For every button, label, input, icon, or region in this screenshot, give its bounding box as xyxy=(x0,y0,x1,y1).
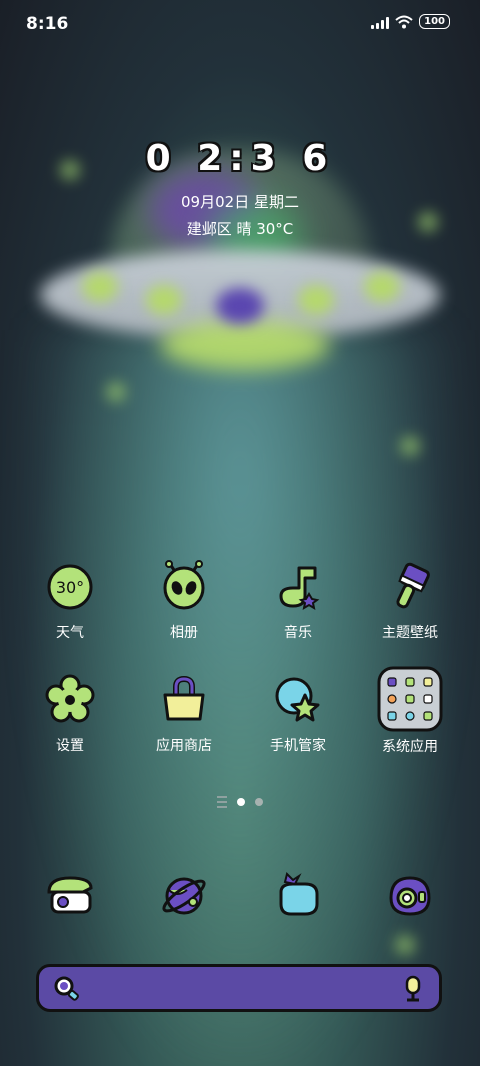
shopping-bag-icon xyxy=(163,675,205,721)
star-speck xyxy=(106,382,126,402)
clock-time: 0 2:3 6 xyxy=(145,138,335,179)
app-weather[interactable]: 30° 天气 xyxy=(20,560,120,642)
status-icons: 100 xyxy=(371,14,450,29)
clock-weather: 建邺区 晴 30°C xyxy=(186,220,294,238)
menu-lines-icon[interactable] xyxy=(217,796,227,808)
page-indicator[interactable] xyxy=(0,796,480,808)
shield-star-icon xyxy=(275,677,320,722)
app-label: 音乐 xyxy=(284,625,312,641)
dock-phone[interactable] xyxy=(20,868,120,922)
app-label: 手机管家 xyxy=(270,738,326,754)
star-speck xyxy=(400,436,420,456)
planet-browser-icon xyxy=(162,877,206,915)
alien-gallery-icon xyxy=(163,560,205,610)
dock-camera[interactable] xyxy=(360,868,460,922)
page-dot-active[interactable] xyxy=(237,798,245,806)
app-music[interactable]: 音乐 xyxy=(248,560,348,642)
ufo-bottom xyxy=(160,320,330,370)
signal-icon xyxy=(371,15,390,29)
camera-icon xyxy=(389,876,431,916)
phone-icon xyxy=(47,876,93,914)
search-icon[interactable] xyxy=(53,975,81,1003)
status-bar: 8:16 100 xyxy=(0,0,480,50)
flower-gear-icon xyxy=(45,674,95,723)
app-themes[interactable]: 主题壁纸 xyxy=(360,560,460,642)
clock-date: 09月02日 星期二 xyxy=(181,193,299,211)
ufo-light xyxy=(82,272,118,302)
dock-messages[interactable] xyxy=(248,868,348,922)
ufo-light xyxy=(298,285,334,315)
battery-indicator: 100 xyxy=(419,14,450,29)
folder-icon xyxy=(377,666,443,732)
app-label: 系统应用 xyxy=(382,739,438,755)
ufo-light xyxy=(364,272,400,302)
app-label: 相册 xyxy=(170,625,198,641)
weather-icon: 30° xyxy=(47,564,93,610)
page-dot[interactable] xyxy=(255,798,263,806)
app-gallery[interactable]: 相册 xyxy=(134,560,234,642)
paintbrush-icon xyxy=(396,562,430,609)
search-bar[interactable] xyxy=(36,964,442,1012)
microphone-icon[interactable] xyxy=(401,975,425,1003)
app-phone-manager[interactable]: 手机管家 xyxy=(248,673,348,755)
app-label: 主题壁纸 xyxy=(382,625,438,641)
app-label: 应用商店 xyxy=(156,738,212,754)
music-note-icon xyxy=(279,566,320,611)
app-store[interactable]: 应用商店 xyxy=(134,673,234,755)
star-speck xyxy=(395,935,415,955)
app-label: 天气 xyxy=(56,625,84,641)
potion-messages-icon xyxy=(279,872,319,916)
dock-browser[interactable] xyxy=(134,868,234,922)
app-label: 设置 xyxy=(56,738,84,754)
svg-text:30°: 30° xyxy=(56,578,84,597)
ufo-light xyxy=(146,285,182,315)
app-settings[interactable]: 设置 xyxy=(20,673,120,755)
wifi-icon xyxy=(395,15,413,28)
app-folder-system[interactable]: 系统应用 xyxy=(360,666,460,756)
status-time: 8:16 xyxy=(26,14,69,34)
ufo-light xyxy=(216,288,264,324)
clock-widget[interactable]: 0 2:3 6 09月02日 星期二 建邺区 晴 30°C xyxy=(0,138,480,239)
